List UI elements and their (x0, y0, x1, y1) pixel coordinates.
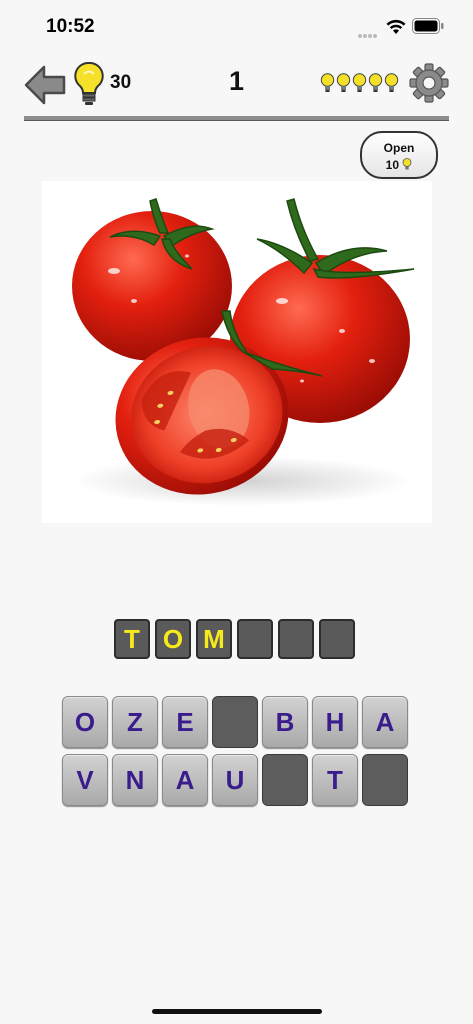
puzzle-image (42, 181, 432, 523)
wifi-icon (386, 19, 406, 34)
open-letter-button[interactable]: Open 10 (360, 131, 438, 179)
home-indicator[interactable] (152, 1009, 322, 1014)
level-number: 1 (228, 66, 245, 96)
letter-row-2: V N A U T (62, 754, 408, 806)
status-bar: 10:52 (0, 0, 473, 54)
answer-slot[interactable] (237, 619, 273, 659)
toolbar-divider (24, 116, 449, 121)
mini-bulb-icon (368, 73, 383, 92)
letter-key[interactable]: B (262, 696, 308, 748)
mini-bulb-icon (352, 73, 367, 92)
mini-bulb-icon (336, 73, 351, 92)
letter-key[interactable]: O (62, 696, 108, 748)
letter-key[interactable]: A (362, 696, 408, 748)
tomatoes-picture (72, 198, 415, 506)
letter-key[interactable]: T (312, 754, 358, 806)
answer-slot[interactable] (319, 619, 355, 659)
status-time: 10:52 (46, 16, 95, 37)
mini-bulb-icon (384, 73, 399, 92)
battery-icon (412, 18, 444, 34)
answer-slot[interactable]: M (196, 619, 232, 659)
letter-row-1: O Z E B H A (62, 696, 408, 748)
used-letter-key (262, 754, 308, 806)
letter-key[interactable]: V (62, 754, 108, 806)
signal-dots-icon (358, 25, 380, 38)
used-letter-key (212, 696, 258, 748)
open-button-label: Open (383, 141, 415, 155)
open-button-cost-row: 10 (362, 158, 436, 172)
mini-bulb-icon (320, 73, 335, 92)
letter-key[interactable]: A (162, 754, 208, 806)
answer-slot[interactable]: O (155, 619, 191, 659)
toolbar: 30 1 (0, 56, 473, 116)
used-letter-key (362, 754, 408, 806)
settings-gear-icon[interactable] (408, 62, 450, 104)
letter-key[interactable]: Z (112, 696, 158, 748)
letter-key[interactable]: E (162, 696, 208, 748)
letter-key[interactable]: N (112, 754, 158, 806)
answer-slot[interactable]: T (114, 619, 150, 659)
open-button-cost: 10 (385, 158, 399, 172)
answer-slot[interactable] (278, 619, 314, 659)
small-lightbulb-icon (402, 158, 412, 170)
letter-key[interactable]: H (312, 696, 358, 748)
answer-slots: T O M (114, 619, 355, 659)
remaining-bulbs (320, 73, 399, 95)
letter-key[interactable]: U (212, 754, 258, 806)
